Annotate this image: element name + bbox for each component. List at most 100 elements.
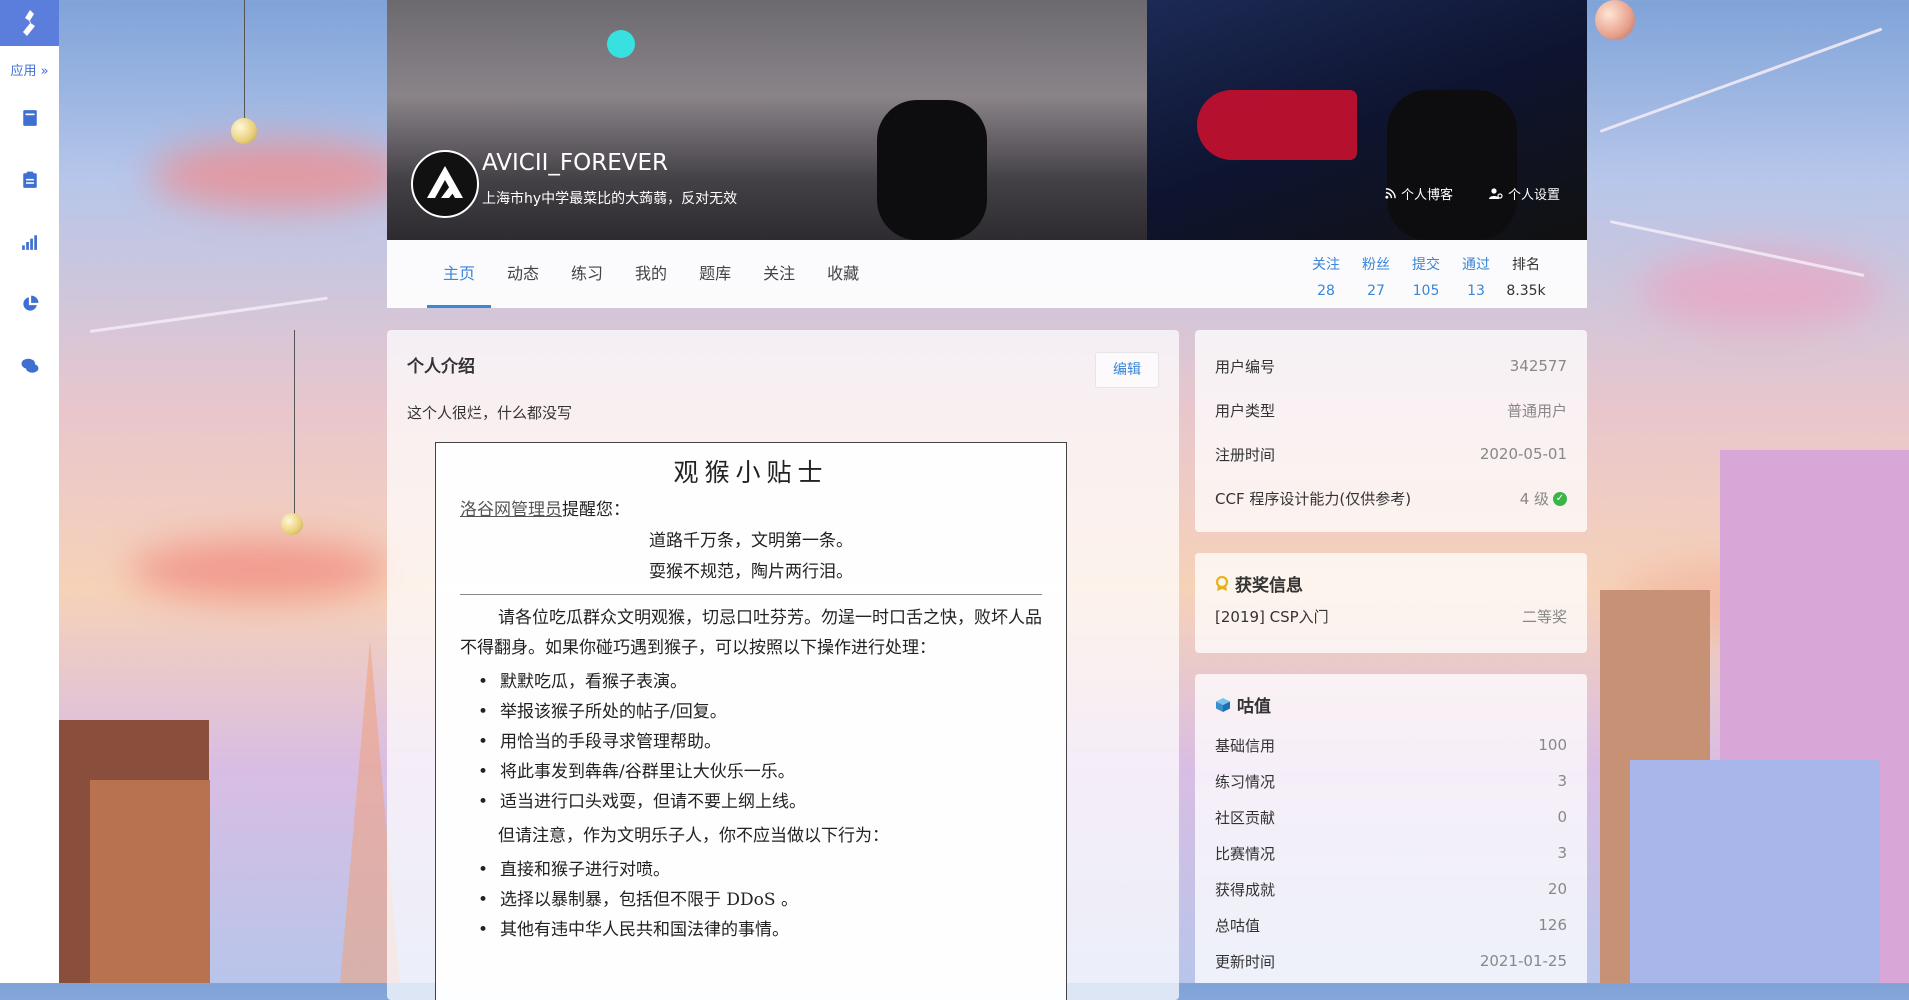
avatar[interactable] [411, 150, 479, 218]
intro-title: 个人介绍 [407, 357, 475, 377]
user-stats: 关注 28 粉丝 27 提交 105 通过 13 排名 8.35k [1301, 254, 1551, 299]
stat-value: 8.35k [1506, 283, 1546, 299]
info-row: 用户编号 342577 [1195, 344, 1587, 388]
guzhi-value: 3 [1557, 844, 1567, 862]
guzhi-label: 练习情况 [1215, 772, 1276, 791]
stat-label: 排名 [1512, 257, 1540, 273]
chat-bubbles-icon [21, 358, 38, 373]
list-item: 选择以暴制暴，包括但不限于 DDoS 。 [478, 885, 1042, 915]
settings-link-label: 个人设置 [1508, 188, 1561, 203]
avicii-logo-icon [427, 166, 463, 198]
list-item: 默默吃瓜，看猴子表演。 [478, 667, 1042, 697]
tab-favorites[interactable]: 收藏 [811, 240, 875, 308]
award-row: [2019] CSP入门 二等奖 [1195, 606, 1587, 627]
banner-image-detail [1387, 90, 1517, 240]
guzhi-title: 咕值 [1237, 697, 1271, 717]
guzhi-value: 3 [1557, 772, 1567, 790]
sidebar-item-records[interactable] [0, 149, 59, 211]
ornament-ball [1595, 0, 1635, 40]
list-item: 适当进行口头戏耍，但请不要上纲上线。 [478, 787, 1042, 817]
profile-tabs: 主页 动态 练习 我的 题库 关注 收藏 [427, 240, 875, 308]
forbidden-actions-list: 直接和猴子进行对喷。 选择以暴制暴，包括但不限于 DDoS 。 其他有违中华人民… [460, 855, 1042, 945]
check-badge-icon: ✓ [1553, 492, 1567, 506]
edit-button[interactable]: 编辑 [1095, 352, 1159, 388]
stat-label: 提交 [1412, 257, 1440, 273]
stat-label: 关注 [1312, 257, 1340, 273]
info-row: 用户类型 普通用户 [1195, 388, 1587, 432]
pie-chart-icon [22, 295, 38, 311]
info-value: 2020-05-01 [1479, 445, 1567, 463]
list-item: 将此事发到犇犇/谷群里让大伙乐一乐。 [478, 757, 1042, 787]
background-cloud [130, 540, 390, 600]
ornament-string [294, 330, 295, 515]
background-cloud [1640, 250, 1880, 330]
tab-problemset[interactable]: 题库 [683, 240, 747, 308]
awards-title: 获奖信息 [1235, 576, 1303, 596]
guzhi-value: 2021-01-25 [1479, 952, 1567, 970]
award-label: [2019] CSP入门 [1215, 608, 1329, 626]
signal-bars-icon [21, 235, 37, 250]
notice-title: 观猴小贴士 [673, 458, 829, 487]
list-item: 用恰当的手段寻求管理帮助。 [478, 727, 1042, 757]
guzhi-row: 社区贡献 0 [1195, 799, 1587, 835]
couplet-line: 道路千万条，文明第一条。 [649, 531, 853, 551]
info-label: 用户编号 [1215, 357, 1276, 376]
tab-practice[interactable]: 练习 [555, 240, 619, 308]
monkey-notice: 观猴小贴士 洛谷网管理员提醒您： 道路千万条，文明第一条。 耍猴不规范，陶片两行… [435, 442, 1067, 1000]
guzhi-card: 咕值 基础信用 100 练习情况 3 社区贡献 0 比赛情况 3 获得成就 20… [1195, 674, 1587, 983]
sidebar-item-problems[interactable] [0, 87, 59, 149]
admin-link[interactable]: 洛谷网管理员 [460, 500, 562, 520]
stat-followers[interactable]: 粉丝 27 [1351, 254, 1401, 299]
stat-value: 28 [1317, 283, 1335, 299]
award-value: 二等奖 [1521, 608, 1567, 626]
tab-home[interactable]: 主页 [427, 240, 492, 308]
stat-value: 27 [1367, 283, 1385, 299]
awards-header: 获奖信息 [1195, 553, 1587, 606]
apps-menu[interactable]: 应用 » [0, 60, 59, 79]
notice-paragraph: 但请注意，作为文明乐子人，你不应当做以下行为： [498, 826, 889, 846]
settings-link[interactable]: 个人设置 [1489, 184, 1560, 203]
guzhi-label: 社区贡献 [1215, 808, 1276, 827]
stat-following[interactable]: 关注 28 [1301, 254, 1351, 299]
banner-image-detail [877, 100, 987, 240]
background-cloud [150, 140, 410, 210]
sidebar-item-ranking[interactable] [0, 211, 59, 273]
profile-navbar: 主页 动态 练习 我的 题库 关注 收藏 关注 28 粉丝 27 提交 105 … [387, 240, 1587, 308]
stat-submissions[interactable]: 提交 105 [1401, 254, 1451, 299]
blog-link[interactable]: 个人博客 [1385, 184, 1453, 203]
ornament-ball [231, 118, 257, 144]
logo-icon [22, 10, 35, 36]
ornament-string [244, 0, 245, 118]
sidebar-item-discuss[interactable] [0, 335, 59, 397]
luogu-logo[interactable] [0, 0, 59, 46]
stat-accepted[interactable]: 通过 13 [1451, 254, 1501, 299]
medal-icon [1215, 575, 1229, 591]
sidebar-item-contests[interactable] [0, 273, 59, 335]
info-row: 注册时间 2020-05-01 [1195, 432, 1587, 476]
intro-card: 个人介绍 编辑 这个人很烂，什么都没写 观猴小贴士 洛谷网管理员提醒您： 道路千… [387, 330, 1179, 1000]
blog-link-label: 个人博客 [1401, 188, 1454, 203]
info-value: 342577 [1509, 357, 1567, 375]
guzhi-label: 获得成就 [1215, 880, 1276, 899]
profile-banner: AVICII_FOREVER 上海市hy中学最菜比的大蒟蒻，反对无效 个人博客 … [387, 0, 1587, 240]
banner-image-detail [1197, 90, 1357, 160]
stat-ranking: 排名 8.35k [1501, 254, 1551, 299]
user-slogan: 上海市hy中学最菜比的大蒟蒻，反对无效 [482, 191, 738, 207]
guzhi-row: 总咕值 126 [1195, 907, 1587, 943]
guzhi-label: 基础信用 [1215, 736, 1276, 755]
background-branch [89, 296, 328, 333]
apps-label: 应用 [10, 64, 37, 79]
tab-following[interactable]: 关注 [747, 240, 811, 308]
banner-image-detail [607, 30, 635, 58]
tab-activity[interactable]: 动态 [491, 240, 555, 308]
ornament-ball [281, 513, 303, 535]
list-item: 直接和猴子进行对喷。 [478, 855, 1042, 885]
rss-icon [1385, 188, 1396, 199]
info-label: CCF 程序设计能力(仅供参考) [1215, 489, 1412, 508]
guzhi-label: 总咕值 [1215, 916, 1261, 935]
tab-mine[interactable]: 我的 [619, 240, 683, 308]
stat-value: 13 [1467, 283, 1485, 299]
intro-text: 这个人很烂，什么都没写 [407, 404, 573, 422]
guzhi-header: 咕值 [1195, 674, 1587, 727]
ccf-level: 4 级 ✓ [1520, 488, 1567, 509]
